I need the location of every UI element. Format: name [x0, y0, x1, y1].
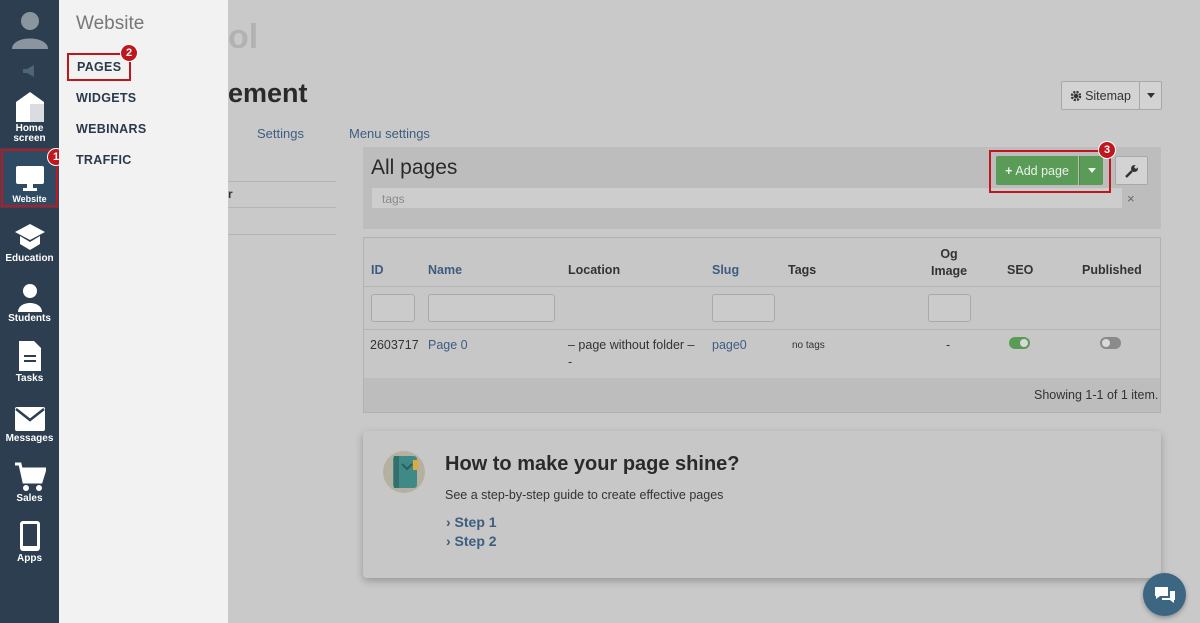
column-header-published: Published — [1082, 263, 1142, 277]
slug-filter-input[interactable] — [712, 294, 775, 322]
submenu-item-widgets[interactable]: WIDGETS — [76, 91, 136, 105]
toggle-knob — [1102, 339, 1110, 347]
caret-down-icon — [1146, 93, 1155, 98]
document-icon — [18, 341, 41, 371]
person-icon — [17, 284, 42, 312]
highlight-box — [989, 150, 1111, 193]
rail-item-label: Sales — [16, 493, 43, 504]
column-header-tags: Tags — [788, 263, 817, 277]
phone-icon — [19, 521, 40, 551]
submenu-item-webinars[interactable]: WEBINARS — [76, 122, 146, 136]
megaphone-icon — [22, 65, 34, 77]
chat-button[interactable] — [1143, 573, 1186, 616]
rail-item-apps[interactable]: Apps — [0, 508, 59, 568]
rail-item-messages[interactable]: Messages — [0, 388, 59, 448]
og-line: Og — [940, 247, 958, 261]
graduation-cap-icon — [14, 224, 45, 250]
step-2-link[interactable]: › Step 2 — [446, 533, 497, 549]
rail-item-label: Apps — [17, 553, 42, 564]
notebook-icon — [383, 451, 425, 493]
submenu-title: Website — [76, 13, 145, 34]
chat-bubbles-icon — [1154, 586, 1175, 603]
cell-og-image: - — [946, 338, 951, 352]
rail-item-label: Messages — [5, 433, 54, 444]
divider — [364, 329, 1160, 330]
tips-title: How to make your page shine? — [445, 453, 740, 475]
page-title: ement — [228, 78, 308, 108]
sitemap-button[interactable]: Sitemap — [1061, 81, 1140, 110]
rail-item-home-screen[interactable]: Home screen — [0, 88, 59, 148]
column-header-slug[interactable]: Slug — [712, 263, 739, 277]
rail-item-label: Tasks — [15, 373, 44, 384]
column-header-location: Location — [568, 263, 621, 277]
website-submenu: Website PAGES 2 WIDGETS WEBINARS TRAFFIC — [59, 0, 228, 623]
house-icon — [15, 92, 44, 122]
seo-toggle[interactable] — [1009, 337, 1030, 349]
id-filter-input[interactable] — [371, 294, 415, 322]
cell-name-link[interactable]: Page 0 — [428, 338, 468, 352]
column-header-og-image: Og Image — [931, 246, 967, 280]
wrench-icon — [1124, 164, 1138, 178]
published-toggle[interactable] — [1100, 337, 1121, 349]
og-image-filter-input[interactable] — [928, 294, 971, 322]
left-icon-rail: Home screen Website Education Students Ta… — [0, 0, 65, 623]
sitemap-dropdown-button[interactable] — [1139, 81, 1162, 110]
tab-settings[interactable]: Settings — [257, 126, 304, 141]
cell-location: – page without folder – — [568, 338, 695, 352]
tab-menu-settings[interactable]: Menu settings — [349, 126, 430, 141]
sitemap-label: Sitemap — [1085, 88, 1131, 103]
divider — [228, 234, 336, 235]
rail-item-education[interactable]: Education — [0, 208, 59, 268]
settings-wrench-button[interactable] — [1115, 156, 1148, 185]
rail-item-sales[interactable]: Sales — [0, 448, 59, 508]
cell-tags: no tags — [792, 340, 825, 351]
pagination-summary: Showing 1-1 of 1 item. — [1034, 388, 1159, 402]
divider — [364, 286, 1160, 287]
all-pages-title: All pages — [371, 156, 458, 179]
envelope-icon — [14, 407, 45, 431]
gear-icon — [1070, 90, 1082, 101]
column-header-name[interactable]: Name — [428, 263, 462, 277]
step-badge-2: 2 — [120, 44, 138, 62]
column-header-id[interactable]: ID — [371, 263, 384, 277]
user-avatar[interactable] — [0, 0, 59, 56]
tips-subtitle: See a step-by-step guide to create effec… — [445, 488, 724, 502]
cell-slug-link[interactable]: page0 — [712, 338, 747, 352]
image-line: Image — [931, 264, 968, 278]
cell-id: 2603717 — [370, 338, 419, 352]
rail-item-label: Students — [8, 313, 51, 324]
name-filter-input[interactable] — [428, 294, 555, 322]
cell-location-extra: - — [568, 355, 573, 369]
rail-item-students[interactable]: Students — [0, 268, 59, 328]
folder-list-item[interactable]: r — [228, 187, 233, 201]
announcements-button[interactable] — [0, 56, 59, 86]
clear-tags-icon[interactable]: × — [1127, 191, 1135, 206]
divider — [228, 207, 336, 208]
submenu-item-traffic[interactable]: TRAFFIC — [76, 153, 132, 167]
cart-icon — [14, 462, 46, 491]
school-title: ol — [228, 18, 259, 56]
rail-item-label: Education — [5, 253, 54, 264]
rail-item-tasks[interactable]: Tasks — [0, 328, 59, 388]
toggle-knob — [1020, 339, 1028, 347]
step-1-link[interactable]: › Step 1 — [446, 514, 497, 530]
rail-item-label: Home screen — [13, 123, 46, 144]
avatar-icon — [11, 12, 48, 49]
divider — [228, 181, 336, 182]
step-badge-3: 3 — [1098, 141, 1116, 159]
column-header-seo: SEO — [1007, 263, 1034, 277]
